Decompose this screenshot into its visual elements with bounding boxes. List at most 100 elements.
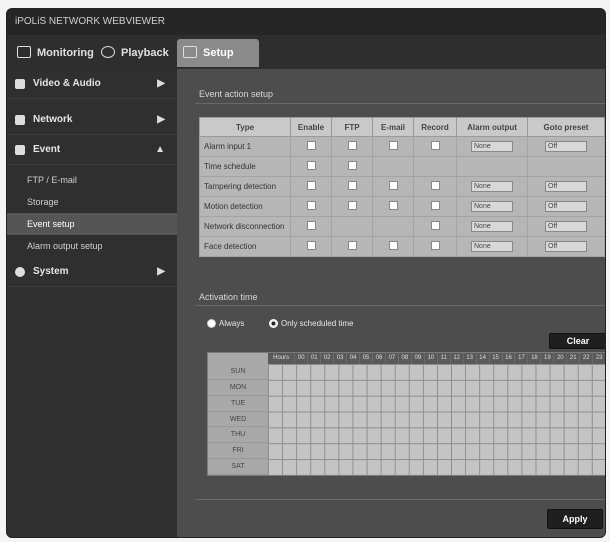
sidebar-subitem-event-setup[interactable]: Event setup xyxy=(7,213,177,235)
table-row: Alarm input 1 None Off xyxy=(199,136,605,157)
checkbox[interactable] xyxy=(388,241,398,250)
column-header: Record xyxy=(413,117,457,137)
hour-label: 02 xyxy=(321,353,335,364)
tab-setup-label: Setup xyxy=(203,47,234,59)
sidebar-item-system[interactable]: System ▶ xyxy=(7,257,177,287)
check-cell xyxy=(413,216,457,237)
checkbox[interactable] xyxy=(306,201,316,210)
checkbox[interactable] xyxy=(306,161,316,170)
check-cell xyxy=(331,196,373,217)
checkbox[interactable] xyxy=(430,241,440,250)
hour-label: 21 xyxy=(567,353,581,364)
chevron-right-icon: ▶ xyxy=(157,114,165,125)
alarm-output-select[interactable]: None xyxy=(471,181,513,192)
column-header: Type xyxy=(199,117,291,137)
alarm-output-select[interactable]: None xyxy=(471,221,513,232)
sidebar-item-label: System xyxy=(33,266,69,277)
check-cell xyxy=(331,136,373,157)
hour-label: 23 xyxy=(593,353,605,364)
checkbox[interactable] xyxy=(430,141,440,150)
event-type-name: Motion detection xyxy=(199,196,291,217)
checkbox[interactable] xyxy=(347,181,357,190)
check-cell xyxy=(331,216,373,237)
column-header: FTP xyxy=(331,117,373,137)
checkbox[interactable] xyxy=(430,181,440,190)
event-type-name: Time schedule xyxy=(199,156,291,177)
checkbox[interactable] xyxy=(306,241,316,250)
radio-always[interactable]: Always xyxy=(207,319,245,329)
radio-scheduled-label: Only scheduled time xyxy=(281,319,354,328)
column-header: E-mail xyxy=(372,117,414,137)
hour-label: 22 xyxy=(580,353,594,364)
hour-label: 16 xyxy=(503,353,516,364)
checkbox[interactable] xyxy=(347,141,357,150)
checkbox[interactable] xyxy=(347,241,357,250)
checkbox[interactable] xyxy=(430,221,440,230)
hour-label: 11 xyxy=(438,353,451,364)
event-table: Type Enable FTP E-mail Record Alarm outp… xyxy=(199,117,605,257)
hour-label: 05 xyxy=(360,353,373,364)
tab-playback[interactable]: Playback xyxy=(95,39,171,67)
preset-cell: Off xyxy=(527,136,605,157)
checkbox[interactable] xyxy=(306,141,316,150)
event-type-name: Alarm input 1 xyxy=(199,136,291,157)
alarm-cell: None xyxy=(456,176,528,197)
column-header: Alarm output xyxy=(456,117,528,137)
schedule-grid[interactable] xyxy=(268,364,605,475)
check-cell xyxy=(331,236,373,257)
hour-label: 04 xyxy=(347,353,361,364)
checkbox[interactable] xyxy=(388,141,398,150)
alarm-output-select[interactable]: None xyxy=(471,141,513,152)
monitor-icon xyxy=(17,46,31,58)
clear-button[interactable]: Clear xyxy=(549,333,605,349)
goto-preset-select[interactable]: Off xyxy=(545,221,587,232)
check-cell xyxy=(290,176,332,197)
table-row: Face detection None Off xyxy=(199,236,605,257)
check-cell xyxy=(413,156,457,177)
checkbox[interactable] xyxy=(306,181,316,190)
hour-label: 08 xyxy=(399,353,412,364)
checkbox[interactable] xyxy=(347,201,357,210)
checkbox[interactable] xyxy=(306,221,316,230)
goto-preset-select[interactable]: Off xyxy=(545,241,587,252)
hour-label: 20 xyxy=(554,353,568,364)
apply-button[interactable]: Apply xyxy=(547,509,603,529)
checkbox[interactable] xyxy=(430,201,440,210)
radio-dot-selected xyxy=(269,319,278,329)
alarm-cell: None xyxy=(456,196,528,217)
checkbox[interactable] xyxy=(388,181,398,190)
window-title: iPOLiS NETWORK WEBVIEWER xyxy=(7,9,605,35)
sidebar-subitem-ftp-email[interactable]: FTP / E-mail xyxy=(7,169,177,191)
radio-scheduled[interactable]: Only scheduled time xyxy=(269,319,354,329)
alarm-output-select[interactable]: None xyxy=(471,201,513,212)
hour-label: 15 xyxy=(490,353,503,364)
goto-preset-select[interactable]: Off xyxy=(545,181,587,192)
sidebar-subitem-alarm-output[interactable]: Alarm output setup xyxy=(7,235,177,257)
alarm-cell: None xyxy=(456,136,528,157)
tab-monitoring[interactable]: Monitoring xyxy=(11,39,94,67)
check-cell xyxy=(413,236,457,257)
sidebar-item-video-audio[interactable]: Video & Audio ▶ xyxy=(7,69,177,99)
chevron-right-icon: ▶ xyxy=(157,266,165,277)
hour-label: 10 xyxy=(425,353,438,364)
day-label: MON xyxy=(208,380,268,396)
checkbox[interactable] xyxy=(347,161,357,170)
divider xyxy=(195,305,605,306)
hour-label: 12 xyxy=(451,353,464,364)
setup-icon xyxy=(183,46,197,58)
event-type-name: Network disconnection xyxy=(199,216,291,237)
radio-always-label: Always xyxy=(219,319,245,328)
goto-preset-select[interactable]: Off xyxy=(545,201,587,212)
checkbox[interactable] xyxy=(388,201,398,210)
sidebar-subitem-storage[interactable]: Storage xyxy=(7,191,177,213)
goto-preset-select[interactable]: Off xyxy=(545,141,587,152)
sidebar-item-network[interactable]: Network ▶ xyxy=(7,105,177,135)
playback-icon xyxy=(101,46,115,58)
alarm-output-select[interactable]: None xyxy=(471,241,513,252)
sidebar-item-event[interactable]: Event ▲ xyxy=(7,135,177,165)
table-row: Tampering detection None Off xyxy=(199,176,605,197)
check-cell xyxy=(331,156,373,177)
tab-setup[interactable]: Setup xyxy=(177,39,259,67)
check-cell xyxy=(372,136,414,157)
check-cell xyxy=(413,176,457,197)
